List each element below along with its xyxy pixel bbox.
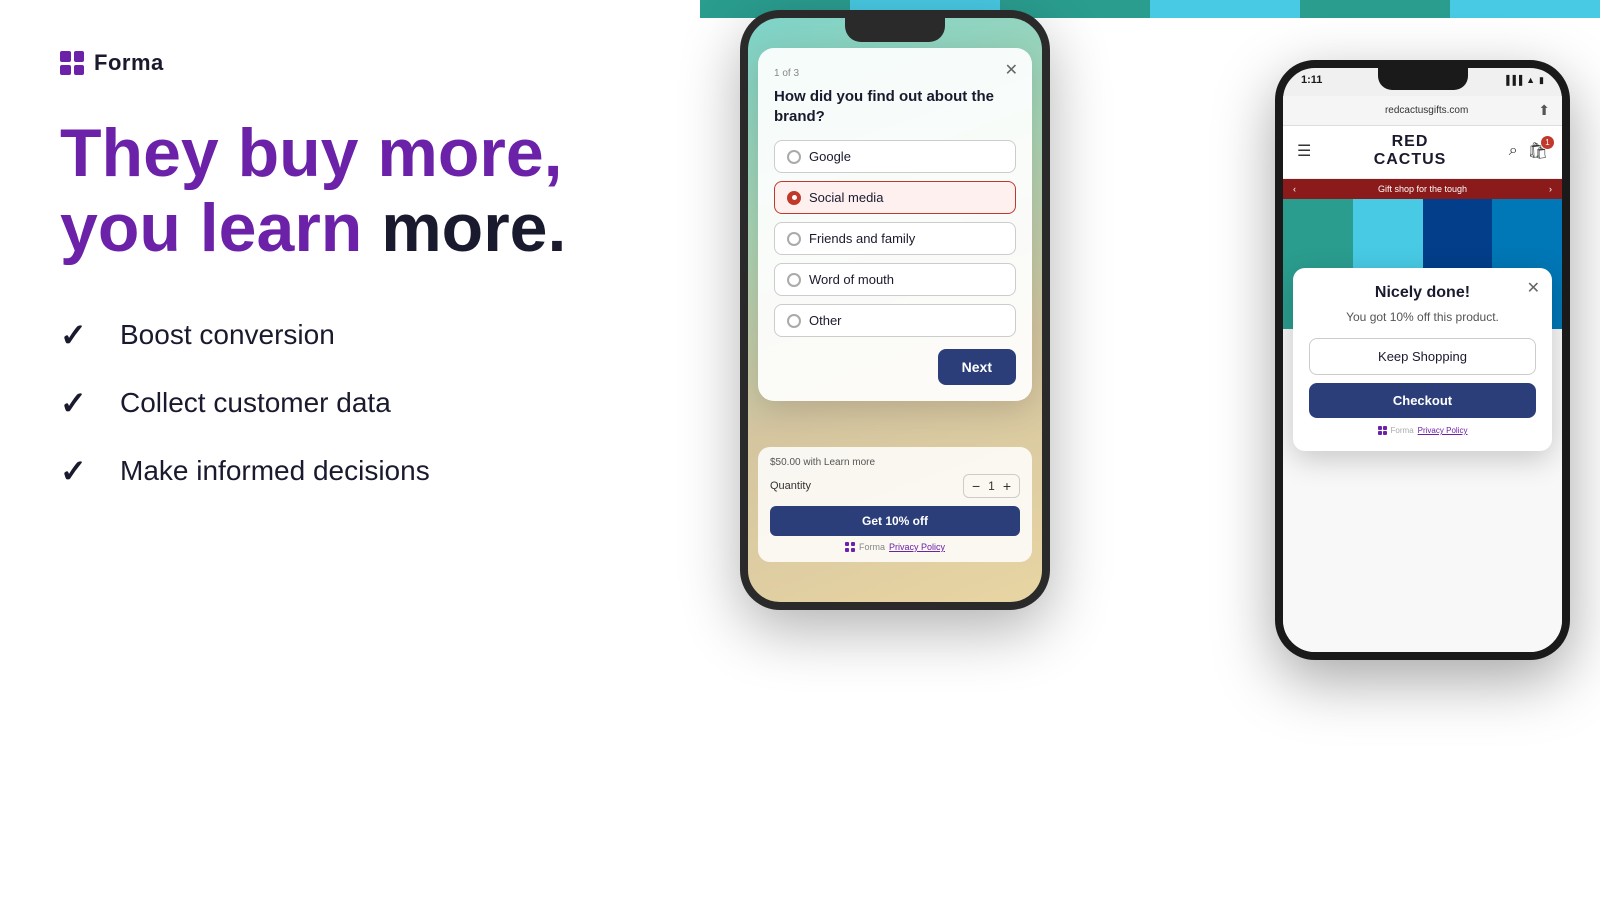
modal-progress: 1 of 3 — [774, 68, 1016, 79]
radio-circle-friends — [787, 232, 801, 246]
qty-decrease-button[interactable]: − — [972, 478, 980, 494]
left-panel: Forma They buy more, you learn more. ✓ B… — [0, 0, 700, 900]
feature-collect-data: ✓ Collect customer data — [60, 384, 640, 422]
rc-website: ☰ RED CACTUS ⌕ 🛍 1 ‹ Gift shop for the t… — [1283, 123, 1562, 652]
success-title: Nicely done! — [1309, 284, 1536, 302]
promo-arrow-right[interactable]: › — [1549, 184, 1552, 194]
powered-by-forma: Forma Privacy Policy — [770, 542, 1020, 552]
quantity-controls: − 1 + — [963, 474, 1020, 498]
forma-success-logo — [1378, 426, 1387, 435]
battery-icon: ▮ — [1539, 75, 1544, 86]
logo-text: Forma — [94, 50, 164, 76]
option-google[interactable]: Google — [774, 140, 1016, 173]
success-modal: ✕ Nicely done! You got 10% off this prod… — [1293, 268, 1552, 451]
keep-shopping-button[interactable]: Keep Shopping — [1309, 338, 1536, 375]
success-subtitle: You got 10% off this product. — [1309, 310, 1536, 324]
get-discount-button[interactable]: Get 10% off — [770, 506, 1020, 536]
option-friends-family[interactable]: Friends and family — [774, 222, 1016, 255]
phone-redcactus: 1:11 ▐▐▐ ▲ ▮ redcactusgifts.com ⬆ ☰ RED … — [1275, 60, 1570, 660]
survey-modal: 1 of 3 ✕ How did you find out about the … — [758, 48, 1032, 401]
privacy-link[interactable]: Privacy Policy — [889, 542, 945, 552]
feature-boost-conversion: ✓ Boost conversion — [60, 316, 640, 354]
price-text: $50.00 with Learn more — [770, 457, 1020, 468]
feature-label: Boost conversion — [120, 319, 335, 351]
phone-survey: 1 of 3 ✕ How did you find out about the … — [740, 10, 1050, 610]
survey-question: How did you find out about the brand? — [774, 87, 1016, 126]
status-time: 1:11 — [1301, 74, 1322, 86]
qty-increase-button[interactable]: + — [1003, 478, 1011, 494]
rc-logo: RED CACTUS — [1374, 133, 1447, 168]
radio-circle-google — [787, 150, 801, 164]
quantity-label: Quantity — [770, 480, 811, 492]
share-icon[interactable]: ⬆ — [1538, 102, 1550, 119]
checkmark-icon: ✓ — [60, 452, 100, 490]
option-word-of-mouth[interactable]: Word of mouth — [774, 263, 1016, 296]
promo-text: Gift shop for the tough — [1378, 184, 1467, 194]
checkout-button[interactable]: Checkout — [1309, 383, 1536, 418]
logo-area: Forma — [60, 50, 640, 76]
option-social-media[interactable]: Social media — [774, 181, 1016, 214]
phone-bottom-area: $50.00 with Learn more Quantity − 1 + Ge… — [758, 447, 1032, 562]
status-icons: ▐▐▐ ▲ ▮ — [1503, 75, 1544, 86]
forma-logo-icon — [60, 51, 84, 75]
status-bar: 1:11 ▐▐▐ ▲ ▮ — [1301, 74, 1544, 86]
option-google-label: Google — [809, 149, 851, 164]
option-wom-label: Word of mouth — [809, 272, 894, 287]
modal-close-button[interactable]: ✕ — [1005, 60, 1018, 80]
features-list: ✓ Boost conversion ✓ Collect customer da… — [60, 316, 640, 490]
browser-url[interactable]: redcactusgifts.com — [1315, 105, 1538, 116]
radio-circle-other — [787, 314, 801, 328]
right-panel: 1 of 3 ✕ How did you find out about the … — [700, 0, 1600, 900]
option-friends-label: Friends and family — [809, 231, 915, 246]
radio-circle-wom — [787, 273, 801, 287]
rc-website-header: ☰ RED CACTUS ⌕ 🛍 1 — [1283, 123, 1562, 179]
qty-value: 1 — [988, 479, 995, 493]
option-other[interactable]: Other — [774, 304, 1016, 337]
wifi-icon: ▲ — [1526, 75, 1535, 85]
next-button[interactable]: Next — [938, 349, 1016, 385]
cart-count: 1 — [1541, 136, 1554, 149]
success-powered-by: Forma Privacy Policy — [1309, 426, 1536, 435]
search-icon[interactable]: ⌕ — [1509, 142, 1518, 160]
success-privacy-link[interactable]: Privacy Policy — [1418, 426, 1468, 435]
feature-label: Make informed decisions — [120, 455, 430, 487]
signal-icon: ▐▐▐ — [1503, 75, 1522, 85]
headline: They buy more, you learn more. — [60, 116, 640, 266]
headline-line1-purple: They buy more, — [60, 115, 563, 191]
option-social-label: Social media — [809, 190, 883, 205]
browser-bar: redcactusgifts.com ⬆ — [1283, 96, 1562, 126]
success-close-button[interactable]: ✕ — [1527, 278, 1540, 298]
feature-informed-decisions: ✓ Make informed decisions — [60, 452, 640, 490]
menu-icon[interactable]: ☰ — [1297, 141, 1311, 161]
headline-line2-dark: more. — [381, 190, 566, 266]
radio-circle-social — [787, 191, 801, 205]
cart-badge[interactable]: 🛍 1 — [1528, 141, 1548, 161]
headline-line2-purple: you learn — [60, 190, 381, 266]
promo-arrow-left[interactable]: ‹ — [1293, 184, 1296, 194]
forma-mini-logo — [845, 542, 855, 552]
option-other-label: Other — [809, 313, 842, 328]
checkmark-icon: ✓ — [60, 316, 100, 354]
quantity-row: Quantity − 1 + — [770, 474, 1020, 498]
promo-bar: ‹ Gift shop for the tough › — [1283, 179, 1562, 199]
feature-label: Collect customer data — [120, 387, 391, 419]
rc-header-icons: ⌕ 🛍 1 — [1509, 141, 1548, 161]
phone-notch — [845, 18, 945, 42]
checkmark-icon: ✓ — [60, 384, 100, 422]
